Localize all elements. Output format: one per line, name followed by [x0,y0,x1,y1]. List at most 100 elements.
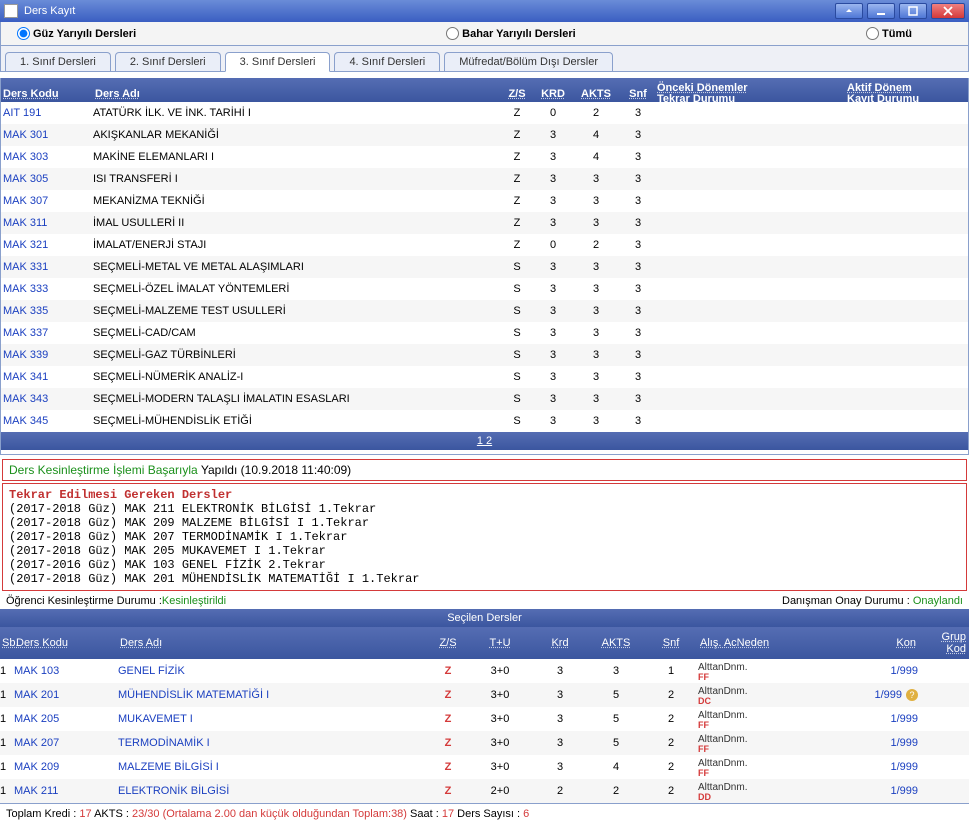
sel-krd: 3 [532,689,588,701]
sh-kodu[interactable]: Ders Kodu [14,633,118,653]
hdr-adi[interactable]: Ders Adı [93,83,499,105]
course-row[interactable]: MAK 345SEÇMELİ-MÜHENDİSLİK ETİĞİS333 [1,410,968,432]
sel-kon: 1/999 [810,737,918,749]
hdr-onceki[interactable]: Önceki Dönemler Tekrar Durumu [655,78,845,110]
sh-sb[interactable]: Sb. [0,633,14,653]
course-row[interactable]: MAK 341SEÇMELİ-NÜMERİK ANALİZ-IS333 [1,366,968,388]
sel-name: MUKAVEMET I [118,713,428,725]
course-row[interactable]: MAK 321İMALAT/ENERJİ STAJIZ023 [1,234,968,256]
course-row[interactable]: MAK 337SEÇMELİ-CAD/CAMS333 [1,322,968,344]
sh-tu[interactable]: T+U [468,633,532,653]
sel-snf: 2 [644,785,698,797]
sh-akts[interactable]: AKTS [588,633,644,653]
sel-alis: AlttanDnm.FF [698,709,810,729]
course-krd: 3 [535,195,571,207]
selected-row[interactable]: 1MAK 205MUKAVEMET IZ3+0352AlttanDnm.FF1/… [0,707,969,731]
tab-sinif-2[interactable]: 2. Sınıf Dersleri [115,52,221,71]
sel-name: TERMODİNAMİK I [118,737,428,749]
course-row[interactable]: MAK 333SEÇMELİ-ÖZEL İMALAT YÖNTEMLERİS33… [1,278,968,300]
course-row[interactable]: MAK 311İMAL USULLERİ IIZ333 [1,212,968,234]
course-row[interactable]: MAK 303MAKİNE ELEMANLARI IZ343 [1,146,968,168]
course-code: MAK 331 [1,261,93,273]
sh-krd[interactable]: Krd [532,633,588,653]
course-row[interactable]: MAK 307MEKANİZMA TEKNİĞİZ333 [1,190,968,212]
course-row[interactable]: MAK 339SEÇMELİ-GAZ TÜRBİNLERİS333 [1,344,968,366]
sel-krd: 3 [532,665,588,677]
sel-akts: 5 [588,737,644,749]
radio-tumu-label: Tümü [882,28,912,40]
course-krd: 3 [535,305,571,317]
course-zs: Z [499,239,535,251]
course-zs: S [499,393,535,405]
hdr-krd[interactable]: KRD [535,83,571,105]
sh-snf[interactable]: Snf [644,633,698,653]
course-row[interactable]: MAK 343SEÇMELİ-MODERN TALAŞLI İMALATIN E… [1,388,968,410]
hdr-akts[interactable]: AKTS [571,83,621,105]
selected-row[interactable]: 1MAK 201MÜHENDİSLİK MATEMATİĞİ IZ3+0352A… [0,683,969,707]
sel-krd: 3 [532,737,588,749]
hdr-zs[interactable]: Z/S [499,83,535,105]
sel-kon: 1/999 [810,713,918,725]
course-row[interactable]: MAK 305ISI TRANSFERİ IZ333 [1,168,968,190]
sel-alis: AlttanDnm.FF [698,733,810,753]
tab-sinif-4[interactable]: 4. Sınıf Dersleri [334,52,440,71]
selected-row[interactable]: 1MAK 211ELEKTRONİK BİLGİSİZ2+0222AlttanD… [0,779,969,803]
course-snf: 3 [621,283,655,295]
course-zs: Z [499,217,535,229]
course-krd: 3 [535,151,571,163]
sel-code: MAK 201 [14,689,118,701]
course-krd: 3 [535,393,571,405]
radio-bahar-label: Bahar Yarıyılı Dersleri [462,28,576,40]
course-row[interactable]: MAK 331SEÇMELİ-METAL VE METAL ALAŞIMLARI… [1,256,968,278]
course-name: İMALAT/ENERJİ STAJI [93,239,499,251]
course-krd: 3 [535,217,571,229]
course-zs: Z [499,173,535,185]
sh-alis[interactable]: Alış. AcNeden [698,633,810,653]
course-row[interactable]: MAK 301AKIŞKANLAR MEKANİĞİZ343 [1,124,968,146]
sh-grup[interactable]: Grup Kod [918,627,968,659]
sel-zs: Z [428,689,468,701]
tab-sinif-3[interactable]: 3. Sınıf Dersleri [225,52,331,72]
tab-mufredat[interactable]: Müfredat/Bölüm Dışı Dersler [444,52,613,71]
winbtn-1[interactable] [835,3,863,19]
tab-sinif-1[interactable]: 1. Sınıf Dersleri [5,52,111,71]
sh-kon[interactable]: Kon [810,633,918,653]
course-name: ISI TRANSFERİ I [93,173,499,185]
course-zs: Z [499,107,535,119]
hdr-snf[interactable]: Snf [621,83,655,105]
selected-row[interactable]: 1MAK 103GENEL FİZİKZ3+0331AlttanDnm.FF1/… [0,659,969,683]
course-code: AIT 191 [1,107,93,119]
sel-zs: Z [428,713,468,725]
sh-zs[interactable]: Z/S [428,633,468,653]
course-snf: 3 [621,305,655,317]
student-confirm-label: Öğrenci Kesinleştirme Durumu : [6,595,162,607]
course-code: MAK 335 [1,305,93,317]
sel-snf: 2 [644,761,698,773]
course-snf: 3 [621,327,655,339]
sel-akts: 5 [588,713,644,725]
sel-kon: 1/999? [810,689,918,701]
hdr-aktif[interactable]: Aktif Dönem Kayıt Durumu [845,78,965,110]
radio-guz[interactable] [17,27,30,40]
course-krd: 3 [535,371,571,383]
sel-zs: Z [428,785,468,797]
minimize-button[interactable] [867,3,895,19]
maximize-button[interactable] [899,3,927,19]
course-row[interactable]: MAK 335SEÇMELİ-MALZEME TEST USULLERİS333 [1,300,968,322]
course-name: SEÇMELİ-GAZ TÜRBİNLERİ [93,349,499,361]
selected-row[interactable]: 1MAK 207TERMODİNAMİK IZ3+0352AlttanDnm.F… [0,731,969,755]
course-snf: 3 [621,217,655,229]
pager[interactable]: 1 2 [1,432,968,450]
radio-tumu[interactable] [866,27,879,40]
sel-snf: 2 [644,689,698,701]
class-tabs: 1. Sınıf Dersleri 2. Sınıf Dersleri 3. S… [0,46,969,72]
radio-bahar[interactable] [446,27,459,40]
close-button[interactable] [931,3,965,19]
sel-tu: 2+0 [468,785,532,797]
selected-row[interactable]: 1MAK 209MALZEME BİLGİSİ IZ3+0342AlttanDn… [0,755,969,779]
course-akts: 3 [571,393,621,405]
student-confirm-value: Kesinleştirildi [162,595,226,607]
hdr-kodu[interactable]: Ders Kodu [1,83,93,105]
sh-adi[interactable]: Ders Adı [118,633,428,653]
selected-header: Sb. Ders Kodu Ders Adı Z/S T+U Krd AKTS … [0,627,969,659]
